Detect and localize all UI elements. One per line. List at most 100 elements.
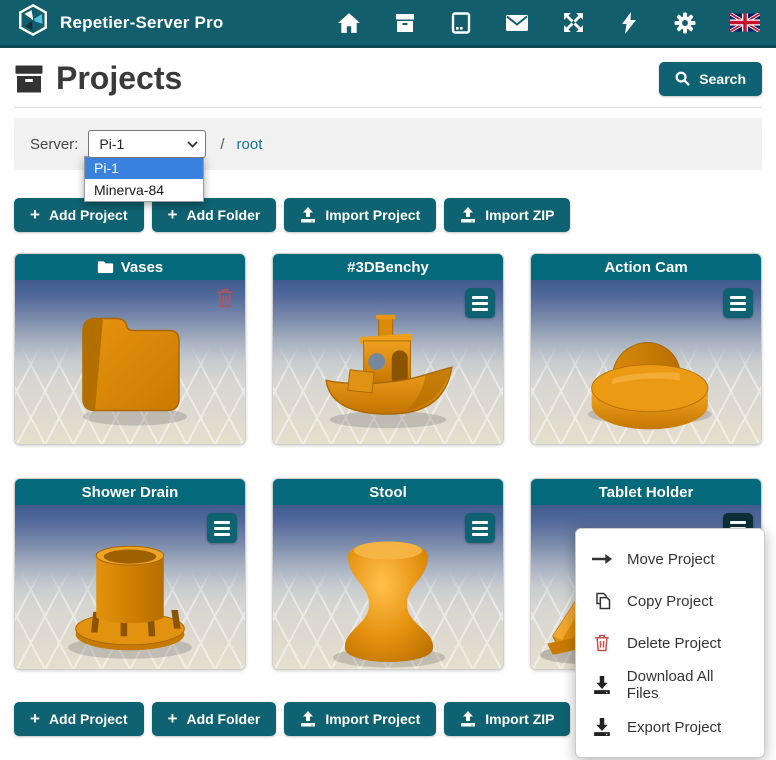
render-folder-object bbox=[65, 303, 195, 428]
project-card-vases: Vases bbox=[14, 253, 246, 445]
import-zip-label: Import ZIP bbox=[485, 711, 554, 727]
menu-item-download-all-files[interactable]: Download All Files bbox=[576, 664, 764, 706]
add-project-button[interactable]: + Add Project bbox=[14, 702, 144, 736]
add-folder-label: Add Folder bbox=[186, 711, 260, 727]
project-context-menu: Move Project Copy Project Delete Project… bbox=[575, 528, 765, 758]
messages-icon[interactable] bbox=[506, 12, 528, 34]
render-showerdrain-object bbox=[55, 525, 205, 665]
project-card-action-cam: Action Cam bbox=[530, 253, 762, 445]
page-title: Projects bbox=[56, 60, 659, 97]
projects-icon[interactable] bbox=[394, 12, 416, 34]
server-select[interactable]: Pi-1 bbox=[88, 130, 206, 158]
server-select-value: Pi-1 bbox=[99, 136, 124, 152]
project-card-shower-drain: Shower Drain bbox=[14, 478, 246, 670]
render-stool-object bbox=[323, 524, 453, 669]
expand-icon[interactable] bbox=[562, 12, 584, 34]
card-menu-button[interactable] bbox=[723, 288, 753, 318]
card-preview-action-cam[interactable] bbox=[531, 280, 761, 444]
server-option-pi1[interactable]: Pi-1 bbox=[85, 157, 203, 179]
card-title: Vases bbox=[121, 259, 164, 276]
card-title: #3DBenchy bbox=[347, 259, 429, 276]
server-select-dropdown: Pi-1 Minerva-84 bbox=[84, 156, 204, 202]
add-project-label: Add Project bbox=[49, 207, 128, 223]
render-benchy-object bbox=[313, 305, 463, 435]
breadcrumb-root-link[interactable]: root bbox=[237, 136, 263, 153]
card-header-action-cam[interactable]: Action Cam bbox=[531, 254, 761, 280]
menu-item-export-project[interactable]: Export Project bbox=[576, 706, 764, 748]
card-title: Shower Drain bbox=[82, 484, 179, 501]
trash-icon bbox=[592, 633, 612, 653]
copy-icon bbox=[592, 591, 612, 611]
render-actioncam-object bbox=[571, 315, 721, 435]
add-folder-button[interactable]: + Add Folder bbox=[152, 198, 277, 232]
card-title: Tablet Holder bbox=[599, 484, 694, 501]
page-header: Projects Search bbox=[14, 60, 762, 97]
card-title: Action Cam bbox=[604, 259, 687, 276]
card-header-tablet-holder[interactable]: Tablet Holder bbox=[531, 479, 761, 505]
menu-item-move-project[interactable]: Move Project bbox=[576, 538, 764, 580]
menu-item-label: Export Project bbox=[627, 719, 721, 736]
project-card-stool: Stool bbox=[272, 478, 504, 670]
menu-item-copy-project[interactable]: Copy Project bbox=[576, 580, 764, 622]
render-floor bbox=[272, 346, 504, 444]
card-menu-button[interactable] bbox=[465, 513, 495, 543]
plus-icon: + bbox=[168, 206, 178, 223]
plus-icon: + bbox=[30, 710, 40, 727]
projects-page-icon bbox=[14, 64, 44, 94]
render-floor bbox=[14, 346, 246, 444]
card-header-3dbenchy[interactable]: #3DBenchy bbox=[273, 254, 503, 280]
add-project-button[interactable]: + Add Project bbox=[14, 198, 144, 232]
card-preview-shower-drain[interactable] bbox=[15, 505, 245, 669]
plus-icon: + bbox=[30, 206, 40, 223]
upload-icon bbox=[460, 711, 476, 727]
app-logo-icon bbox=[16, 3, 50, 42]
import-project-label: Import Project bbox=[325, 207, 420, 223]
server-label: Server: bbox=[30, 136, 78, 153]
import-project-button[interactable]: Import Project bbox=[284, 702, 436, 736]
touchscreen-icon[interactable] bbox=[450, 12, 472, 34]
language-uk-flag-icon[interactable] bbox=[730, 12, 760, 34]
search-button-label: Search bbox=[699, 71, 746, 87]
nav-icons bbox=[338, 12, 760, 34]
menu-item-label: Copy Project bbox=[627, 593, 713, 610]
render-floor bbox=[14, 571, 246, 669]
menu-item-delete-project[interactable]: Delete Project bbox=[576, 622, 764, 664]
trash-icon[interactable] bbox=[215, 287, 235, 314]
upload-icon bbox=[300, 711, 316, 727]
menu-item-label: Delete Project bbox=[627, 635, 721, 652]
upload-icon bbox=[300, 207, 316, 223]
import-project-label: Import Project bbox=[325, 711, 420, 727]
add-folder-button[interactable]: +Add Folder bbox=[152, 702, 277, 736]
import-project-button[interactable]: Import Project bbox=[284, 198, 436, 232]
search-button[interactable]: Search bbox=[659, 62, 762, 96]
power-icon[interactable] bbox=[618, 12, 640, 34]
render-floor bbox=[530, 346, 762, 444]
add-folder-label: Add Folder bbox=[186, 207, 260, 223]
card-preview-stool[interactable] bbox=[273, 505, 503, 669]
add-project-label: Add Project bbox=[49, 711, 128, 727]
navbar: Repetier-Server Pro bbox=[0, 0, 776, 48]
breadcrumb-separator: / bbox=[220, 136, 224, 153]
card-menu-button[interactable] bbox=[207, 513, 237, 543]
card-header-shower-drain[interactable]: Shower Drain bbox=[15, 479, 245, 505]
card-preview-vases[interactable] bbox=[15, 280, 245, 444]
header-divider bbox=[14, 107, 762, 108]
card-menu-button[interactable] bbox=[465, 288, 495, 318]
arrow-right-icon bbox=[592, 553, 612, 565]
import-zip-button[interactable]: Import ZIP bbox=[444, 702, 570, 736]
brand[interactable]: Repetier-Server Pro bbox=[16, 3, 223, 42]
home-icon[interactable] bbox=[338, 12, 360, 34]
menu-item-label: Download All Files bbox=[627, 668, 748, 702]
import-zip-label: Import ZIP bbox=[485, 207, 554, 223]
download-icon bbox=[592, 676, 612, 694]
download-icon bbox=[592, 718, 612, 736]
import-zip-button[interactable]: Import ZIP bbox=[444, 198, 570, 232]
card-header-vases[interactable]: Vases bbox=[15, 254, 245, 280]
server-option-minerva84[interactable]: Minerva-84 bbox=[85, 179, 203, 201]
menu-item-label: Move Project bbox=[627, 551, 715, 568]
folder-icon bbox=[97, 260, 114, 274]
card-preview-3dbenchy[interactable] bbox=[273, 280, 503, 444]
settings-icon[interactable] bbox=[674, 12, 696, 34]
card-title: Stool bbox=[369, 484, 407, 501]
card-header-stool[interactable]: Stool bbox=[273, 479, 503, 505]
